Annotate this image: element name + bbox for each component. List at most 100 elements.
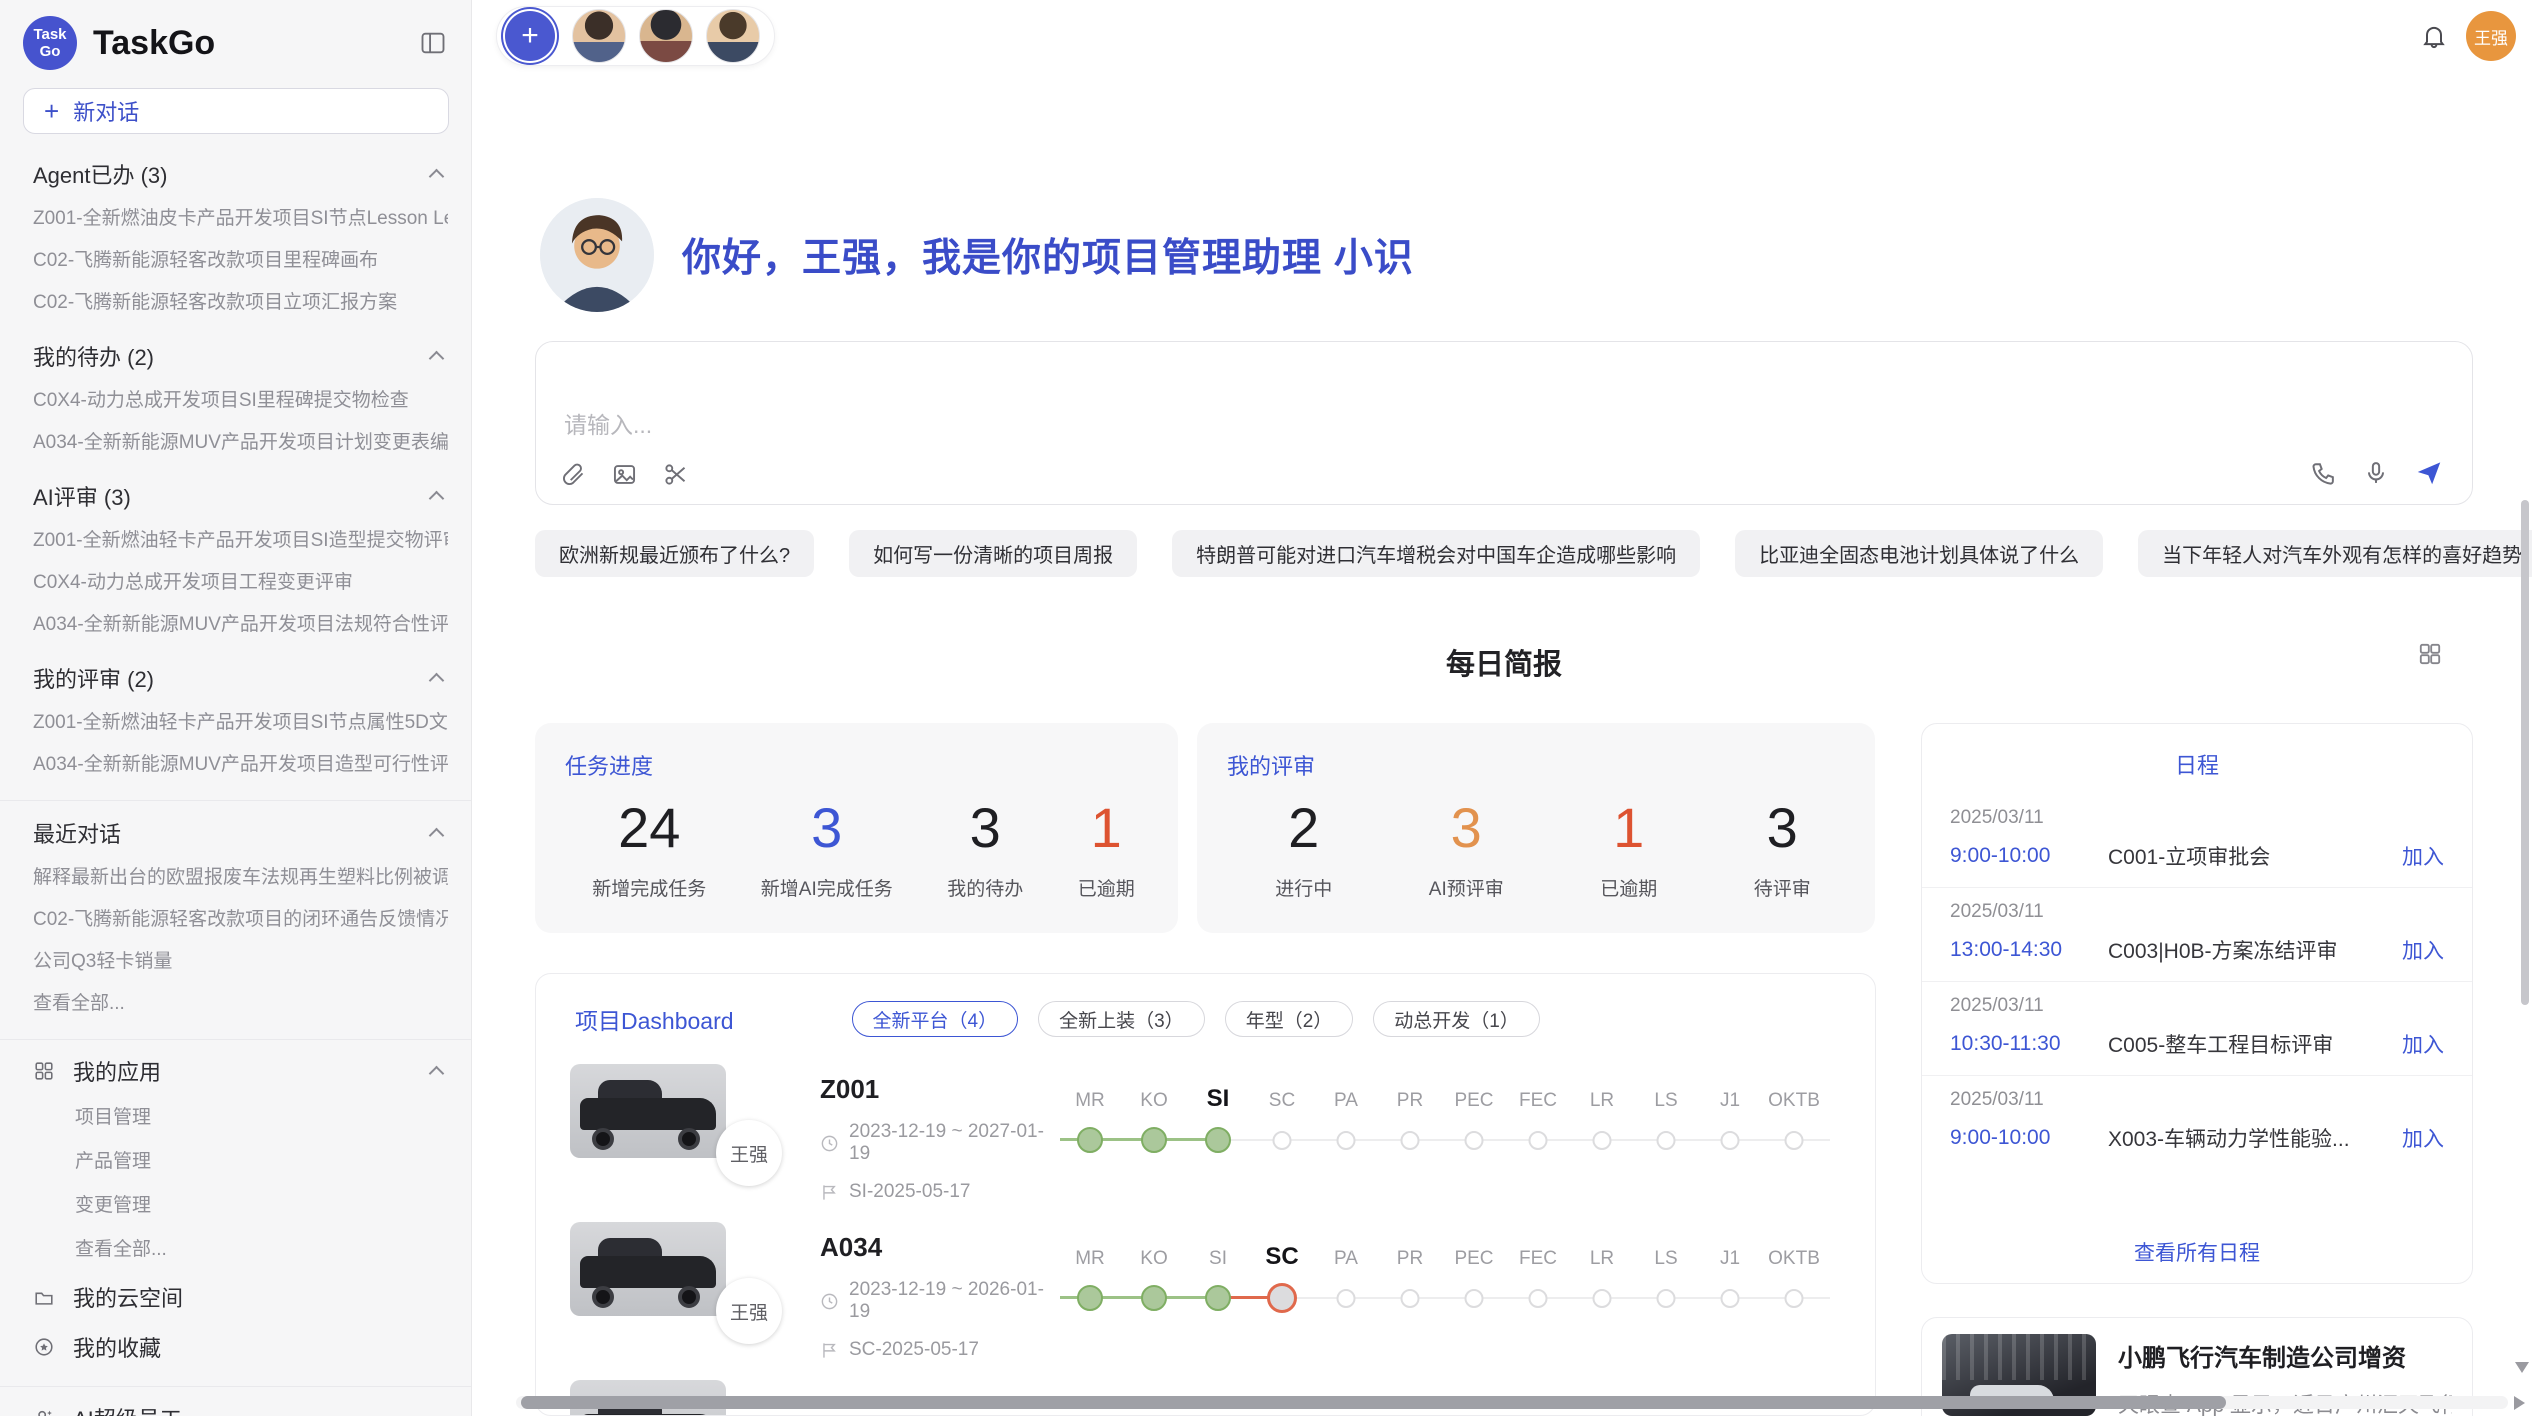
scroll-down-arrow-icon[interactable]	[2515, 1362, 2529, 1373]
current-user-avatar[interactable]: 王强	[2466, 11, 2516, 61]
project-row-partial[interactable]	[536, 1374, 1875, 1416]
horizontal-scrollbar-track[interactable]	[516, 1396, 2508, 1409]
sidebar-item[interactable]: A034-全新新能源MUV产品开发项目法规符合性评审	[33, 604, 448, 646]
image-icon[interactable]	[611, 461, 638, 488]
section-header-ai-review[interactable]: AI评审 (3)	[33, 472, 448, 520]
filter-pill-model-year[interactable]: 年型（2）	[1225, 1001, 1354, 1037]
sidebar-collapse-icon[interactable]	[419, 29, 447, 57]
assistant-avatar	[540, 198, 654, 312]
milestone-node-todo	[1593, 1131, 1612, 1150]
milestone-node-todo	[1465, 1131, 1484, 1150]
divider	[0, 1386, 471, 1387]
daily-briefing-title: 每日简报	[535, 641, 2473, 683]
milestone-node-todo	[1657, 1289, 1676, 1308]
filter-pill-new-platform[interactable]: 全新平台（4）	[852, 1001, 1019, 1037]
schedule-entry[interactable]: 2025/03/11 13:00-14:30 C003|H0B-方案冻结评审 加…	[1922, 887, 2472, 981]
recent-chat-view-all[interactable]: 查看全部...	[33, 983, 448, 1025]
add-session-button[interactable]: +	[505, 11, 555, 61]
milestone-node-done	[1205, 1127, 1231, 1153]
sidebar: Task Go TaskGo + 新对话 Agent已办 (3) Z001-全新…	[0, 0, 472, 1416]
suggestion-chip[interactable]: 欧洲新规最近颁布了什么?	[535, 530, 814, 577]
section-header-recent-chats[interactable]: 最近对话	[33, 809, 448, 857]
sidebar-item[interactable]: Z001-全新燃油皮卡产品开发项目SI节点Lesson Learn报告	[33, 198, 448, 240]
sidebar-item[interactable]: C0X4-动力总成开发项目工程变更评审	[33, 562, 448, 604]
milestone-node-todo	[1529, 1289, 1548, 1308]
suggestion-chip[interactable]: 特朗普可能对进口汽车增税会对中国车企造成哪些影响	[1172, 530, 1700, 577]
sidebar-item-ai-staff[interactable]: AI超级员工	[33, 1393, 448, 1416]
stat-my-todo: 3 我的待办	[947, 795, 1023, 901]
my-review-card: 我的评审 2 进行中 3 AI预评审 1 已逾期 3 待评审	[1197, 723, 1875, 933]
flag-icon	[820, 1183, 839, 1202]
section-header-my-review[interactable]: 我的评审 (2)	[33, 654, 448, 702]
app-link-change-mgmt[interactable]: 变更管理	[75, 1184, 448, 1228]
schedule-entry[interactable]: 2025/03/11 9:00-10:00 X003-车辆动力学性能验... 加…	[1922, 1075, 2472, 1169]
sidebar-item[interactable]: C02-飞腾新能源轻客改款项目立项汇报方案	[33, 282, 448, 324]
app-title: TaskGo	[93, 24, 419, 63]
scissors-icon[interactable]	[662, 461, 689, 488]
milestone-node-done	[1077, 1285, 1103, 1311]
filter-pill-powertrain[interactable]: 动总开发（1）	[1373, 1001, 1540, 1037]
user-avatar[interactable]	[706, 9, 760, 63]
milestone-node-todo	[1337, 1289, 1356, 1308]
user-avatar[interactable]	[639, 9, 693, 63]
sidebar-item[interactable]: Z001-全新燃油轻卡产品开发项目SI节点属性5D文件评审	[33, 702, 448, 744]
join-link[interactable]: 加入	[2402, 1029, 2444, 1059]
app-link-view-all[interactable]: 查看全部...	[75, 1228, 448, 1272]
stat-overdue: 1 已逾期	[1078, 795, 1135, 901]
layout-grid-icon[interactable]	[2417, 641, 2443, 667]
suggestion-chip[interactable]: 比亚迪全固态电池计划具体说了什么	[1735, 530, 2103, 577]
app-link-project-mgmt[interactable]: 项目管理	[75, 1096, 448, 1140]
task-progress-title: 任务进度	[565, 749, 1162, 781]
milestone-node-todo	[1273, 1131, 1292, 1150]
sidebar-item-cloud-space[interactable]: 我的云空间	[33, 1272, 448, 1322]
milestone-node-done	[1141, 1127, 1167, 1153]
suggestion-chip[interactable]: 当下年轻人对汽车外观有怎样的喜好趋势	[2138, 530, 2532, 577]
sidebar-item[interactable]: C0X4-动力总成开发项目SI里程碑提交物检查	[33, 380, 448, 422]
join-link[interactable]: 加入	[2402, 841, 2444, 871]
schedule-entry[interactable]: 2025/03/11 9:00-10:00 C001-立项审批会 加入	[1922, 794, 2472, 887]
horizontal-scrollbar-thumb[interactable]	[521, 1396, 2226, 1409]
sidebar-item[interactable]: A034-全新新能源MUV产品开发项目计划变更表编写	[33, 422, 448, 464]
project-row[interactable]: 王强 A034 2023-12-19 ~ 2026-01-19 SC-2025-…	[536, 1216, 1875, 1374]
join-link[interactable]: 加入	[2402, 935, 2444, 965]
project-row[interactable]: 王强 Z001 2023-12-19 ~ 2027-01-19 SI-2025-…	[536, 1058, 1875, 1216]
sidebar-item-my-apps[interactable]: 我的应用	[33, 1046, 448, 1096]
scroll-right-arrow-icon[interactable]	[2514, 1396, 2525, 1410]
section-header-agent-done[interactable]: Agent已办 (3)	[33, 150, 448, 198]
owner-avatar: 王强	[716, 1120, 782, 1186]
recent-chat-item[interactable]: C02-飞腾新能源轻客改款项目的闭环通告反馈情况	[33, 899, 448, 941]
sidebar-item[interactable]: A034-全新新能源MUV产品开发项目造型可行性评审	[33, 744, 448, 786]
schedule-card: 日程 2025/03/11 9:00-10:00 C001-立项审批会 加入 2…	[1921, 723, 2473, 1284]
milestone-node-todo	[1657, 1131, 1676, 1150]
microphone-icon[interactable]	[2362, 459, 2390, 487]
suggestion-chip[interactable]: 如何写一份清晰的项目周报	[849, 530, 1137, 577]
send-icon[interactable]	[2414, 458, 2444, 488]
phone-icon[interactable]	[2310, 459, 2338, 487]
milestone-node-todo	[1721, 1289, 1740, 1308]
composer[interactable]: 请输入...	[535, 341, 2473, 505]
project-name: Z001	[820, 1074, 1050, 1105]
section-header-my-todo[interactable]: 我的待办 (2)	[33, 332, 448, 380]
sidebar-item[interactable]: Z001-全新燃油轻卡产品开发项目SI造型提交物评审	[33, 520, 448, 562]
sidebar-scroll: Agent已办 (3) Z001-全新燃油皮卡产品开发项目SI节点Lesson …	[0, 140, 471, 1416]
notification-bell-icon[interactable]	[2420, 22, 2448, 50]
schedule-entry[interactable]: 2025/03/11 10:30-11:30 C005-整车工程目标评审 加入	[1922, 981, 2472, 1075]
milestone-node-todo	[1465, 1289, 1484, 1308]
filter-pill-new-body[interactable]: 全新上装（3）	[1038, 1001, 1205, 1037]
recent-chat-item[interactable]: 解释最新出台的欧盟报废车法规再生塑料比例被调至15%...	[33, 857, 448, 899]
join-link[interactable]: 加入	[2402, 1123, 2444, 1153]
sidebar-item-favorites[interactable]: 我的收藏	[33, 1322, 448, 1372]
chevron-up-icon	[429, 168, 445, 184]
user-avatar[interactable]	[572, 9, 626, 63]
composer-right-icons	[2310, 458, 2444, 488]
attachment-icon[interactable]	[560, 461, 587, 488]
app-link-product-mgmt[interactable]: 产品管理	[75, 1140, 448, 1184]
recent-chat-item[interactable]: 公司Q3轻卡销量	[33, 941, 448, 983]
milestone-node-todo	[1529, 1131, 1548, 1150]
my-apps-sublist: 项目管理 产品管理 变更管理 查看全部...	[33, 1096, 448, 1272]
vertical-scrollbar-thumb[interactable]	[2521, 500, 2529, 1005]
view-all-schedule-link[interactable]: 查看所有日程	[1922, 1237, 2472, 1267]
milestone-node-todo	[1785, 1289, 1804, 1308]
sidebar-item[interactable]: C02-飞腾新能源轻客改款项目里程碑画布	[33, 240, 448, 282]
new-chat-button[interactable]: + 新对话	[23, 88, 449, 134]
